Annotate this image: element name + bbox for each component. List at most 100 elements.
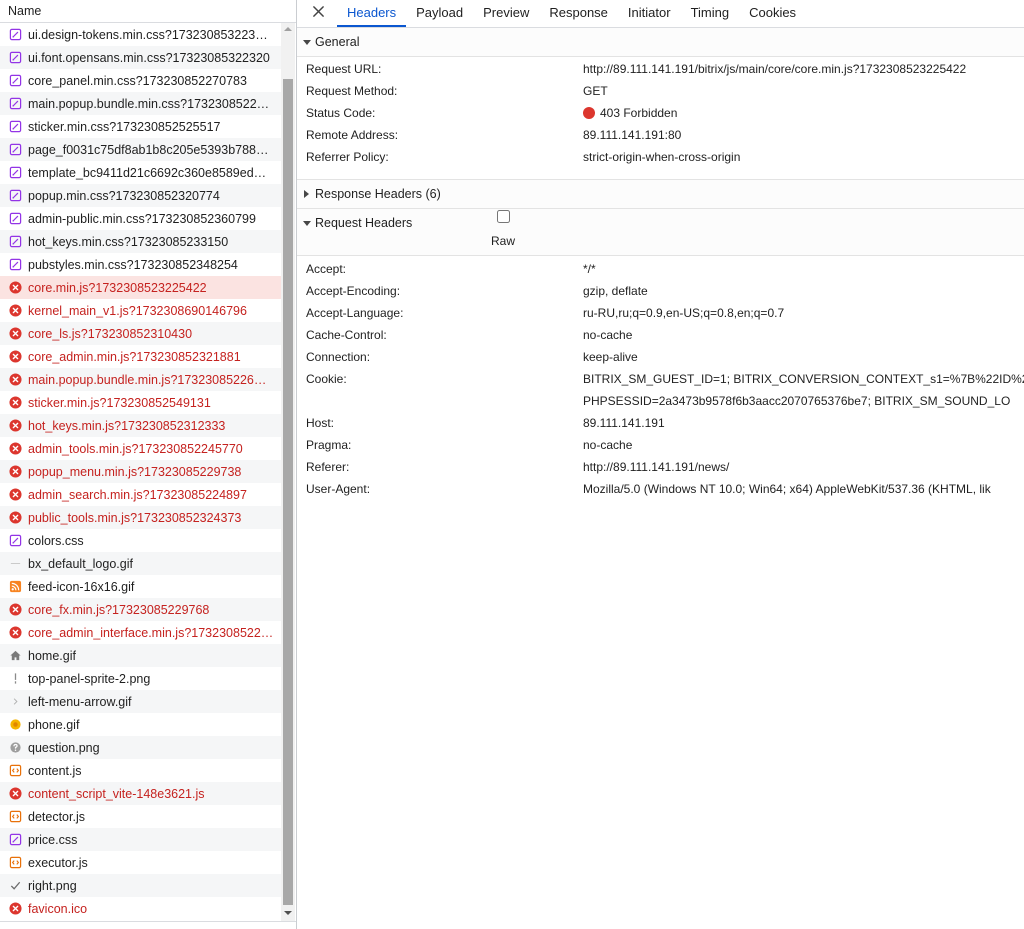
header-row: Connection: keep-alive (297, 346, 1024, 368)
request-name: kernel_main_v1.js?1732308690146796 (28, 303, 247, 318)
header-value-text: Mozilla/5.0 (Windows NT 10.0; Win64; x64… (583, 482, 991, 496)
js-file-icon (9, 810, 22, 823)
request-row[interactable]: sticker.min.css?173230852525517 (0, 115, 281, 138)
request-name: colors.css (28, 533, 84, 548)
request-name: feed-icon-16x16.gif (28, 579, 135, 594)
request-row[interactable]: top-panel-sprite-2.png (0, 667, 281, 690)
tab-preview[interactable]: Preview (473, 0, 539, 27)
request-list-scrollbar[interactable] (281, 23, 295, 921)
header-value: http://89.111.141.191/news/ (583, 456, 1024, 478)
request-row[interactable]: popup_menu.min.js?17323085229738 (0, 460, 281, 483)
request-row[interactable]: kernel_main_v1.js?1732308690146796 (0, 299, 281, 322)
request-row[interactable]: detector.js (0, 805, 281, 828)
tab-initiator[interactable]: Initiator (618, 0, 681, 27)
request-row[interactable]: favicon.ico (0, 897, 281, 920)
request-row[interactable]: right.png (0, 874, 281, 897)
request-row[interactable]: feed-icon-16x16.gif (0, 575, 281, 598)
request-row[interactable]: ui.font.opensans.min.css?17323085322320 (0, 46, 281, 69)
tab-headers[interactable]: Headers (337, 0, 407, 27)
phone-icon (9, 718, 22, 731)
error-icon (9, 603, 22, 616)
request-name: phone.gif (28, 717, 80, 732)
request-row[interactable]: hot_keys.min.js?173230852312333 (0, 414, 281, 437)
request-row[interactable]: question.png (0, 736, 281, 759)
request-row[interactable]: core_admin.min.js?173230852321881 (0, 345, 281, 368)
request-headers-section-header[interactable]: Request Headers Raw (297, 209, 1024, 256)
error-icon (9, 396, 22, 409)
response-headers-section-title: Response Headers (6) (315, 187, 441, 201)
request-row[interactable]: public_tools.min.js?173230852324373 (0, 506, 281, 529)
request-name: popup.min.css?173230852320774 (28, 188, 220, 203)
css-file-icon (9, 97, 22, 110)
request-row[interactable]: admin_search.min.js?17323085224897 (0, 483, 281, 506)
request-row[interactable]: main.popup.bundle.min.css?1732308522… (0, 92, 281, 115)
request-list-panel: Name ui.design-tokens.min.css?1732308532… (0, 0, 296, 929)
header-name: Host: (306, 416, 335, 430)
header-value-text: keep-alive (583, 350, 638, 364)
header-row: Referer: http://89.111.141.191/news/ (297, 456, 1024, 478)
header-value-text: http://89.111.141.191/news/ (583, 460, 730, 474)
request-row[interactable]: admin-public.min.css?173230852360799 (0, 207, 281, 230)
request-name: favicon.ico (28, 901, 88, 916)
error-icon (9, 511, 22, 524)
request-row[interactable]: phone.gif (0, 713, 281, 736)
request-row[interactable]: template_bc9411d21c6692c360e8589ed… (0, 161, 281, 184)
exclamation-icon (9, 672, 22, 685)
general-section-header[interactable]: General (297, 28, 1024, 57)
request-row[interactable]: content_script_vite-148e3621.js (0, 782, 281, 805)
close-details-button[interactable] (308, 1, 328, 21)
tab-timing[interactable]: Timing (681, 0, 740, 27)
request-name: admin-public.min.css?173230852360799 (28, 211, 256, 226)
name-column-header[interactable]: Name (0, 0, 296, 23)
request-name: executor.js (28, 855, 88, 870)
header-value-text: GET (583, 84, 608, 98)
scrollbar-thumb[interactable] (283, 79, 293, 905)
tab-payload[interactable]: Payload (406, 0, 473, 27)
request-row[interactable]: price.css (0, 828, 281, 851)
tab-response[interactable]: Response (539, 0, 618, 27)
error-icon (9, 327, 22, 340)
request-row[interactable]: left-menu-arrow.gif (0, 690, 281, 713)
request-row[interactable]: page_f0031c75df8ab1b8c205e5393b788… (0, 138, 281, 161)
request-row[interactable]: executor.js (0, 851, 281, 874)
request-headers-section-body: Accept: */* Accept-Encoding: gzip, deflate A… (297, 256, 1024, 500)
error-icon (9, 373, 22, 386)
request-name: template_bc9411d21c6692c360e8589ed… (28, 165, 267, 180)
css-file-icon (9, 120, 22, 133)
request-row[interactable]: core_fx.min.js?17323085229768 (0, 598, 281, 621)
request-name: question.png (28, 740, 100, 755)
general-section: General Request URL: http://89.111.141.19… (297, 28, 1024, 179)
request-row[interactable]: admin_tools.min.js?173230852245770 (0, 437, 281, 460)
request-row[interactable]: pubstyles.min.css?173230852348254 (0, 253, 281, 276)
request-row[interactable]: hot_keys.min.css?17323085233150 (0, 230, 281, 253)
request-name: admin_tools.min.js?173230852245770 (28, 441, 243, 456)
request-row[interactable]: ui.design-tokens.min.css?173230853223… (0, 23, 281, 46)
request-row[interactable]: main.popup.bundle.min.js?17323085226… (0, 368, 281, 391)
request-row[interactable]: sticker.min.js?173230852549131 (0, 391, 281, 414)
header-row: Accept-Language: ru-RU,ru;q=0.9,en-US;q=0… (297, 302, 1024, 324)
error-icon (9, 350, 22, 363)
header-value-text: */* (583, 262, 596, 276)
header-value: 89.111.141.191:80 (583, 124, 1024, 146)
request-row[interactable]: popup.min.css?173230852320774 (0, 184, 281, 207)
request-row[interactable]: core_admin_interface.min.js?1732308522… (0, 621, 281, 644)
request-row[interactable]: core_panel.min.css?173230852270783 (0, 69, 281, 92)
tab-cookies[interactable]: Cookies (739, 0, 806, 27)
scroll-up-arrow-icon[interactable] (284, 27, 292, 31)
request-row[interactable]: content.js (0, 759, 281, 782)
header-row: Cache-Control: no-cache (297, 324, 1024, 346)
request-row[interactable]: home.gif (0, 644, 281, 667)
raw-checkbox[interactable] (496, 210, 510, 223)
request-row[interactable]: core.min.js?1732308523225422 (0, 276, 281, 299)
question-icon (9, 741, 22, 754)
request-row[interactable]: core_ls.js?173230852310430 (0, 322, 281, 345)
request-row[interactable]: bx_default_logo.gif (0, 552, 281, 575)
request-name: admin_search.min.js?17323085224897 (28, 487, 247, 502)
request-row[interactable]: colors.css (0, 529, 281, 552)
request-name: top-panel-sprite-2.png (28, 671, 151, 686)
raw-toggle[interactable]: Raw (491, 210, 515, 249)
request-name: content_script_vite-148e3621.js (28, 786, 205, 801)
header-name: Connection: (306, 350, 371, 364)
scroll-down-arrow-icon[interactable] (284, 911, 292, 915)
response-headers-section-header[interactable]: Response Headers (6) (297, 179, 1024, 209)
